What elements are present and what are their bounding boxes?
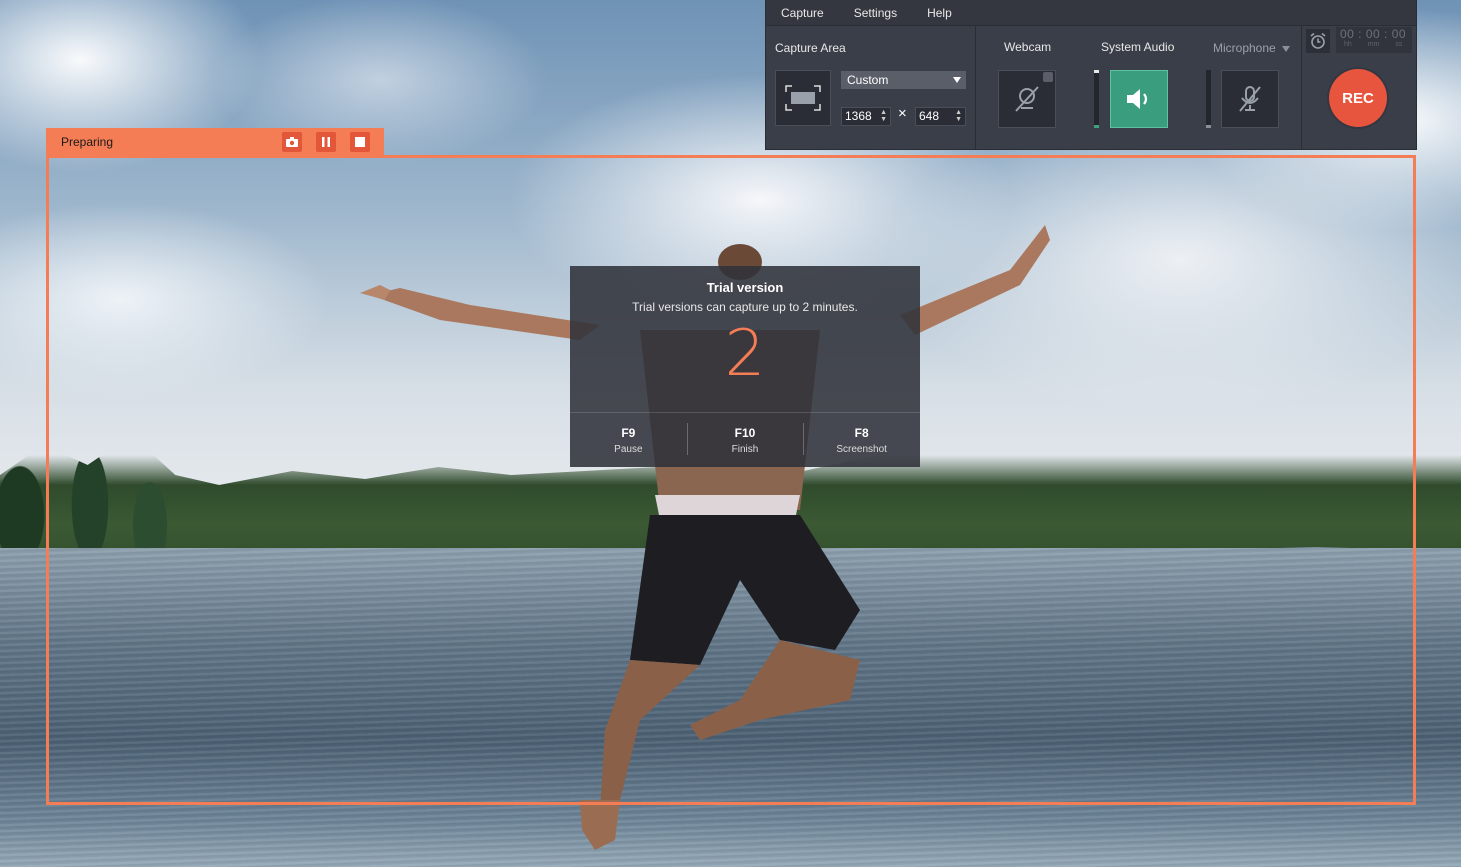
menu-help[interactable]: Help <box>912 6 967 20</box>
spinner-arrows-icon[interactable]: ▲ ▼ <box>955 109 962 123</box>
screenshot-button[interactable] <box>282 132 302 152</box>
height-input[interactable]: 648 ▲ ▼ <box>915 107 966 126</box>
speaker-icon <box>1127 89 1148 109</box>
width-input[interactable]: 1368 ▲ ▼ <box>841 107 891 126</box>
record-section: 00 : 00 : 00 hh mm ss REC <box>1302 25 1416 149</box>
hotkey-key: F10 <box>734 425 756 440</box>
timer-value: 00 : 00 : 00 <box>1340 27 1407 41</box>
pause-icon <box>322 137 330 147</box>
microphone-off-icon <box>1239 86 1261 112</box>
system-audio-level-meter <box>1094 70 1099 128</box>
hotkey-action: Screenshot <box>836 443 887 455</box>
pause-button[interactable] <box>316 132 336 152</box>
stop-icon <box>355 137 365 147</box>
countdown-number: 2 <box>724 317 766 391</box>
system-audio-toggle[interactable] <box>1110 70 1168 128</box>
capture-preset-value: Custom <box>847 73 889 87</box>
capture-area-section: Capture Area Custom 1368 ▲ ▼ × 648 ▲ ▼ <box>766 25 976 149</box>
microphone-label[interactable]: Microphone <box>1213 41 1276 55</box>
recorder-panel: Capture Settings Help Capture Area Custo… <box>766 0 1416 149</box>
hotkey-hints: F9 Pause F10 Finish F8 Screenshot <box>570 412 920 467</box>
system-audio-label: System Audio <box>1101 40 1175 54</box>
height-value: 648 <box>919 109 940 123</box>
stop-button[interactable] <box>350 132 370 152</box>
webcam-off-icon <box>1015 86 1039 112</box>
hotkey-action: Pause <box>614 443 643 455</box>
menu-capture[interactable]: Capture <box>766 6 839 20</box>
camera-icon <box>286 137 298 147</box>
schedule-timer-button[interactable] <box>1306 29 1330 53</box>
hotkey-screenshot: F8 Screenshot <box>803 413 920 467</box>
hotkey-key: F8 <box>854 425 869 440</box>
capture-area-frame[interactable] <box>46 155 1416 805</box>
microphone-level-meter <box>1206 70 1211 128</box>
trial-subtitle: Trial versions can capture up to 2 minut… <box>632 300 858 314</box>
webcam-label: Webcam <box>1004 40 1052 54</box>
timer-units: hh mm ss <box>1344 41 1403 48</box>
webcam-settings-gear-icon[interactable] <box>1043 72 1053 82</box>
chevron-down-icon <box>953 77 961 83</box>
audio-video-section: Webcam System Audio Microphone <box>976 25 1302 149</box>
width-value: 1368 <box>845 109 872 123</box>
select-area-button[interactable] <box>775 70 831 126</box>
hotkey-key: F9 <box>621 425 636 440</box>
trial-title: Trial version <box>706 280 784 295</box>
chevron-down-icon[interactable] <box>1282 46 1290 52</box>
recording-status-label: Preparing <box>61 135 114 149</box>
alarm-clock-icon <box>1310 32 1326 49</box>
hotkey-finish: F10 Finish <box>686 413 804 467</box>
capture-preset-dropdown[interactable]: Custom <box>841 71 966 89</box>
recording-timer: 00 : 00 : 00 hh mm ss <box>1336 27 1412 53</box>
spinner-arrows-icon[interactable]: ▲ ▼ <box>880 109 887 123</box>
recording-toolbar: Preparing <box>46 128 384 156</box>
capture-area-label: Capture Area <box>775 41 846 55</box>
capture-area-icon <box>785 85 821 111</box>
menu-settings[interactable]: Settings <box>839 6 912 20</box>
microphone-toggle[interactable] <box>1221 70 1279 128</box>
hotkey-action: Finish <box>731 443 759 455</box>
webcam-toggle[interactable] <box>998 70 1056 128</box>
trial-countdown-overlay: Trial version Trial versions can capture… <box>570 266 920 467</box>
hotkey-pause: F9 Pause <box>570 413 687 467</box>
dimension-separator: × <box>898 105 907 122</box>
rec-button[interactable]: REC <box>1329 69 1387 127</box>
menu-bar: Capture Settings Help <box>766 0 1416 26</box>
